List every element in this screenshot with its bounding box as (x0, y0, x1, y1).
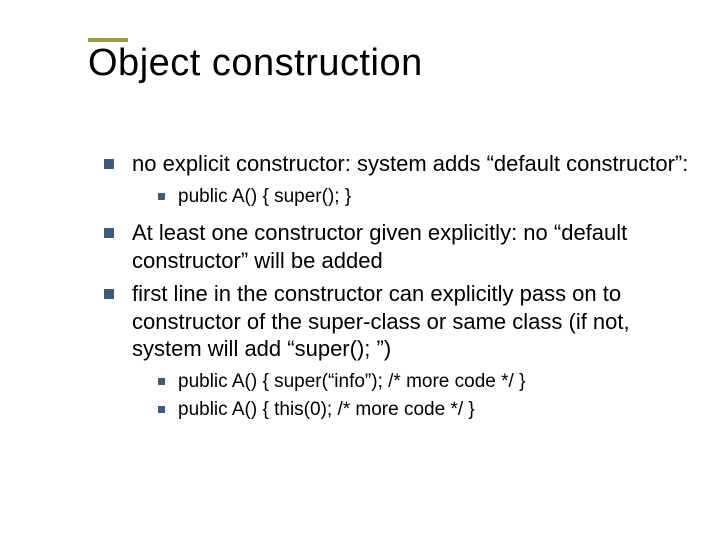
list-item: public A() { super(); } (156, 184, 690, 210)
list-item-text: At least one constructor given explicitl… (132, 220, 627, 273)
slide: Object construction no explicit construc… (0, 0, 720, 540)
slide-body: no explicit constructor: system adds “de… (100, 150, 690, 433)
slide-title: Object construction (88, 44, 423, 84)
sub-list: public A() { super(); } (132, 184, 690, 210)
list-item-text: no explicit constructor: system adds “de… (132, 151, 688, 176)
list-item: no explicit constructor: system adds “de… (100, 150, 690, 209)
list-item: At least one constructor given explicitl… (100, 219, 690, 274)
list-item: public A() { super(“info”); /* more code… (156, 369, 690, 395)
list-item-text: first line in the constructor can explic… (132, 281, 630, 361)
bullet-list: no explicit constructor: system adds “de… (100, 150, 690, 423)
list-item: first line in the constructor can explic… (100, 280, 690, 423)
list-item-text: public A() { super(); } (178, 186, 351, 207)
list-item: public A() { this(0); /* more code */ } (156, 397, 690, 423)
sub-list: public A() { super(“info”); /* more code… (132, 369, 690, 423)
list-item-text: public A() { this(0); /* more code */ } (178, 399, 475, 420)
list-item-text: public A() { super(“info”); /* more code… (178, 371, 525, 392)
title-block: Object construction (88, 38, 423, 84)
